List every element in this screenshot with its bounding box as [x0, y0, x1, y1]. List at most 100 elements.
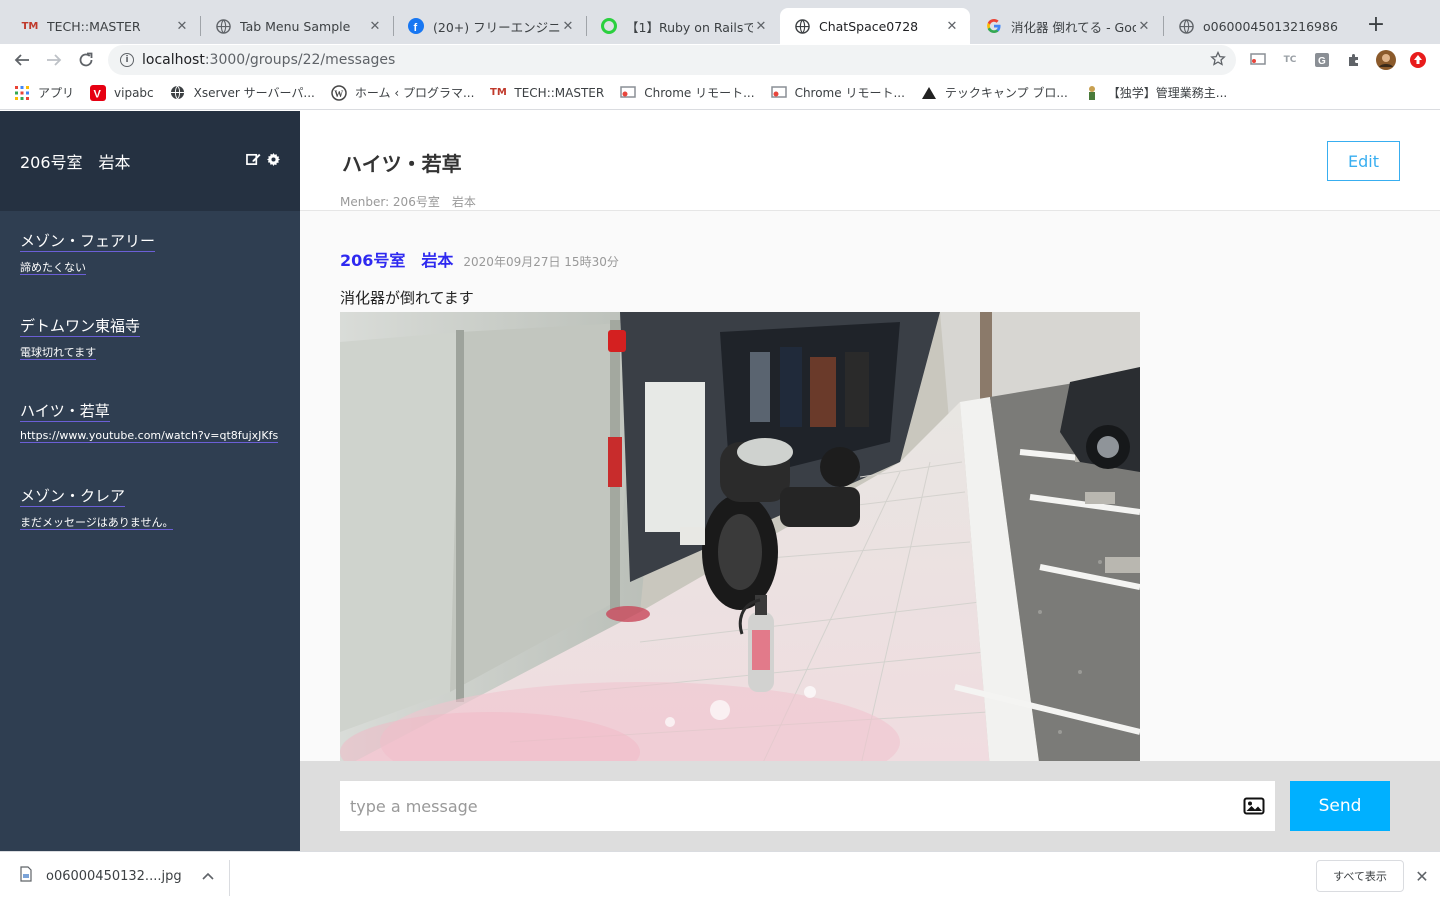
- close-tab-icon[interactable]: ✕: [560, 18, 576, 34]
- svg-text:f: f: [414, 22, 418, 34]
- current-user-name: 206号室 岩本: [20, 153, 131, 172]
- group-last-message: まだメッセージはありません。: [20, 516, 174, 530]
- bookmark-star-icon[interactable]: [1210, 50, 1226, 71]
- chat-header: ハイツ・若草 Menber: 206号室 岩本 Edit: [300, 111, 1440, 211]
- green-circle-favicon: [601, 18, 617, 34]
- group-item[interactable]: デトムワン東福寺 電球切れてます: [0, 296, 300, 381]
- reload-icon: [79, 52, 93, 67]
- close-icon[interactable]: ✕: [1412, 866, 1432, 886]
- browser-tab-image[interactable]: o0600045013216986: [1164, 8, 1354, 44]
- chat-main: ハイツ・若草 Menber: 206号室 岩本 Edit 206号室 岩本 20…: [300, 111, 1440, 851]
- browser-tab-techmaster[interactable]: TM TECH::MASTER ✕: [8, 8, 200, 44]
- message-input[interactable]: type a message: [340, 781, 1275, 831]
- group-item[interactable]: ハイツ・若草 https://www.youtube.com/watch?v=q…: [0, 381, 300, 466]
- browser-tab-ruby-on-rails[interactable]: 【1】Ruby on Railsで簡 ✕: [587, 8, 779, 44]
- bookmark-label: Chrome リモート...: [644, 86, 755, 100]
- forward-button[interactable]: [42, 48, 66, 72]
- bookmark-techmaster[interactable]: TM TECH::MASTER: [490, 85, 604, 101]
- bookmark-techcamp[interactable]: テックキャンプ ブロ...: [921, 84, 1068, 101]
- edit-square-icon[interactable]: [246, 151, 261, 170]
- show-all-downloads-button[interactable]: すべて表示: [1316, 860, 1404, 892]
- message-input-placeholder: type a message: [350, 796, 478, 816]
- group-item[interactable]: メゾン・クレア まだメッセージはありません。: [0, 466, 300, 551]
- image-upload-icon[interactable]: [1243, 797, 1265, 819]
- techmaster-favicon: TM: [21, 20, 39, 32]
- group-name: メゾン・フェアリー: [20, 232, 156, 252]
- globe-favicon: [1178, 18, 1194, 34]
- bookmarks-bar: アプリ V vipabc Xserver サーバーパ... W ホーム ‹ プロ…: [0, 76, 1440, 110]
- vipabc-favicon: V: [90, 84, 107, 101]
- browser-tabstrip: TM TECH::MASTER ✕ Tab Menu Sample ✕ f (2…: [0, 0, 1440, 44]
- bookmark-label: テックキャンプ ブロ...: [944, 86, 1068, 100]
- chevron-up-icon[interactable]: [202, 869, 214, 884]
- bookmark-label: Xserver サーバーパ...: [193, 86, 315, 100]
- browser-tab-tab-menu-sample[interactable]: Tab Menu Sample ✕: [201, 8, 393, 44]
- globe-favicon: [170, 85, 186, 101]
- close-tab-icon[interactable]: ✕: [367, 18, 383, 34]
- puzzle-extensions-icon[interactable]: [1344, 50, 1364, 70]
- techcamp-favicon: [921, 85, 937, 101]
- tab-title: 【1】Ruby on Railsで簡: [626, 19, 753, 35]
- close-tab-icon[interactable]: ✕: [753, 18, 769, 34]
- tab-title: o0600045013216986: [1203, 18, 1338, 34]
- group-last-message: 電球切れてます: [20, 346, 97, 360]
- message-image: [340, 312, 1140, 761]
- google-favicon: [986, 18, 1002, 34]
- close-tab-icon[interactable]: ✕: [944, 18, 960, 34]
- bookmark-apps[interactable]: アプリ: [14, 84, 74, 101]
- close-tab-icon[interactable]: ✕: [174, 18, 190, 34]
- downloads-shelf: o06000450132....jpg すべて表示 ✕: [0, 851, 1440, 900]
- bookmark-wordpress[interactable]: W ホーム ‹ プログラマ...: [331, 84, 474, 101]
- bookmark-xserver[interactable]: Xserver サーバーパ...: [170, 84, 315, 101]
- send-button[interactable]: Send: [1290, 781, 1390, 831]
- browser-tab-chatspace[interactable]: ChatSpace0728 ✕: [780, 8, 970, 44]
- sidebar-header: 206号室 岩本: [0, 111, 300, 211]
- message-form: type a message Send: [300, 761, 1440, 851]
- group-last-message: https://www.youtube.com/watch?v=qt8fujxJ…: [20, 429, 279, 443]
- message-list[interactable]: 206号室 岩本 2020年09月27日 15時30分 消化器が倒れてます: [300, 212, 1440, 761]
- tab-title: 消化器 倒れてる - Googl: [1011, 19, 1136, 35]
- update-extension-icon[interactable]: [1408, 50, 1428, 70]
- browser-tab-facebook[interactable]: f (20+) フリーエンジニア ✕: [394, 8, 586, 44]
- reload-button[interactable]: [74, 48, 98, 72]
- tab-title: ChatSpace0728: [819, 18, 919, 34]
- url-text: localhost:3000/groups/22/messages: [142, 52, 396, 68]
- message: 206号室 岩本 2020年09月27日 15時30分 消化器が倒れてます: [340, 247, 1140, 761]
- site-info-icon[interactable]: i: [120, 53, 134, 67]
- tc-extension-icon[interactable]: TC: [1280, 50, 1300, 70]
- close-tab-icon[interactable]: ✕: [1136, 18, 1152, 34]
- profile-avatar-icon[interactable]: [1376, 50, 1396, 70]
- group-name: デトムワン東福寺: [20, 317, 141, 337]
- sidebar-header-icons: [246, 151, 280, 170]
- bookmark-vipabc[interactable]: V vipabc: [90, 84, 154, 101]
- gear-icon[interactable]: [267, 151, 280, 170]
- tab-title: TECH::MASTER: [47, 18, 141, 34]
- group-last-message: 諦めたくない: [20, 261, 86, 275]
- member-list: Menber: 206号室 岩本: [340, 195, 476, 209]
- address-bar[interactable]: i localhost:3000/groups/22/messages: [108, 45, 1236, 75]
- new-tab-button[interactable]: +: [1364, 12, 1388, 37]
- group-name: メゾン・クレア: [20, 487, 126, 507]
- svg-text:V: V: [94, 88, 102, 100]
- grammarly-extension-icon[interactable]: G: [1312, 50, 1332, 70]
- image-file-icon: [20, 866, 32, 886]
- group-item[interactable]: メゾン・フェアリー 諦めたくない: [0, 211, 300, 296]
- bookmark-chrome-remote-1[interactable]: Chrome リモート...: [620, 84, 755, 101]
- bookmark-chrome-remote-2[interactable]: Chrome リモート...: [770, 84, 905, 101]
- tab-title: (20+) フリーエンジニア: [433, 19, 560, 35]
- group-title: ハイツ・若草: [342, 152, 462, 176]
- bookmark-label: TECH::MASTER: [514, 85, 605, 100]
- chrome-remote-favicon: [770, 85, 787, 101]
- cast-extension-icon[interactable]: [1248, 50, 1268, 70]
- person-favicon: [1084, 85, 1100, 101]
- bookmark-label: vipabc: [114, 85, 154, 100]
- download-item[interactable]: o06000450132....jpg: [20, 852, 214, 900]
- forward-arrow-icon: [47, 54, 62, 66]
- bookmark-dokugaku[interactable]: 【独学】管理業務主...: [1084, 84, 1227, 101]
- globe-favicon: [215, 18, 231, 34]
- browser-tab-google-search[interactable]: 消化器 倒れてる - Googl ✕: [972, 8, 1162, 44]
- back-arrow-icon: [14, 54, 29, 66]
- edit-group-button[interactable]: Edit: [1327, 141, 1400, 181]
- message-text: 消化器が倒れてます: [340, 289, 474, 307]
- back-button[interactable]: [10, 48, 34, 72]
